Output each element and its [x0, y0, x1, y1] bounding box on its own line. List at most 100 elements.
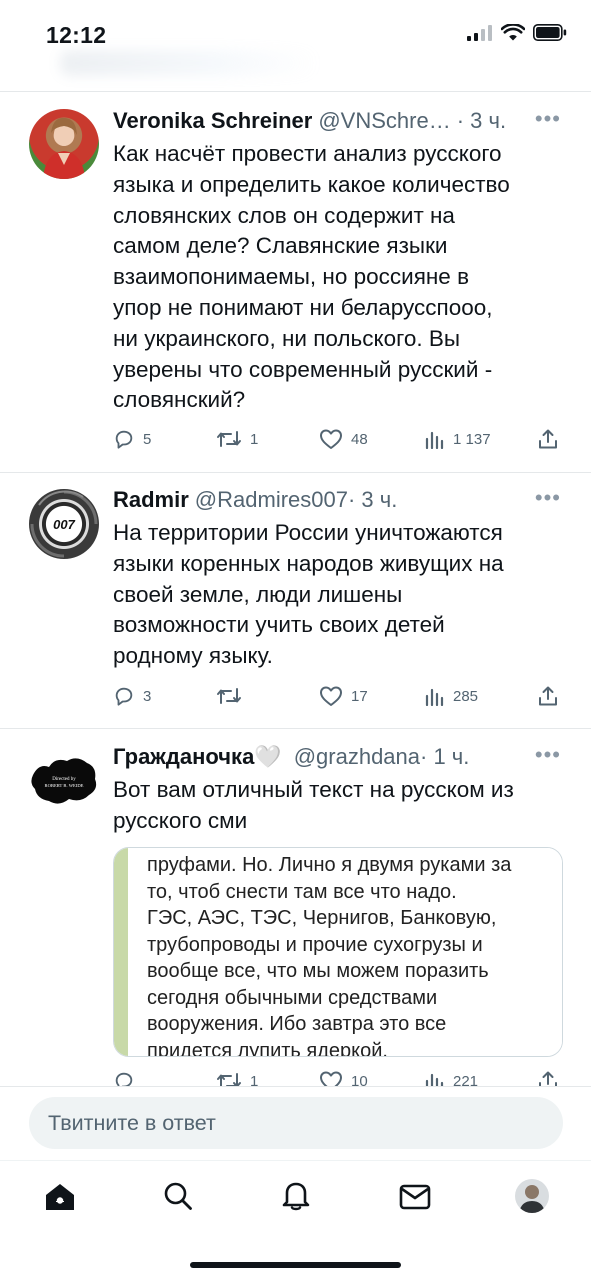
map-silhouette-icon: Directed by ROBERT B. WEIDE — [31, 758, 97, 804]
tweet-line: словянских слов он содержит на — [113, 202, 455, 228]
home-icon[interactable] — [44, 1182, 76, 1212]
like-count: 10 — [351, 1072, 368, 1087]
tweet-time[interactable]: · 3 ч. — [348, 487, 397, 513]
avatar-photo-icon — [43, 117, 85, 179]
tweet-text: На территории России уничтожаются языки … — [113, 518, 563, 672]
tweet-veronika[interactable]: Veronika Schreiner @VNSchre… · 3 ч. ••• … — [0, 91, 591, 472]
divider — [0, 1086, 591, 1087]
share-button[interactable] — [537, 1070, 559, 1086]
views-icon — [425, 1073, 444, 1086]
author-handle[interactable]: @VNSchre… — [318, 108, 450, 134]
views-button[interactable]: 221 — [425, 1071, 537, 1086]
reply-icon — [115, 430, 133, 449]
more-options-icon[interactable]: ••• — [535, 106, 561, 132]
author-handle[interactable]: @grazhdana — [294, 744, 420, 770]
gun-barrel-icon: 007 — [30, 490, 98, 558]
tweet-line: русского сми — [113, 807, 248, 833]
tweet-line: уверены что современный русский - — [113, 356, 493, 382]
author-name[interactable]: Radmir — [113, 487, 189, 513]
share-button[interactable] — [537, 428, 559, 450]
like-button[interactable]: 17 — [319, 685, 425, 707]
image-text: пруфами. Но. Лично я двумя руками за то,… — [147, 852, 557, 1057]
avatar-logo-text: 007 — [53, 517, 75, 532]
retweet-count: 1 — [250, 430, 259, 448]
retweet-button[interactable]: 1 — [216, 428, 319, 450]
image-edge-strip — [114, 848, 128, 1056]
bell-icon[interactable] — [281, 1179, 311, 1211]
signal-icon — [467, 24, 492, 41]
image-text-line: трубопроводы и прочие сухогрузы и — [147, 933, 483, 956]
tweet-line: На территории России уничтожаются — [113, 520, 503, 545]
tweet-radmir[interactable]: 007 Radmir @Radmires007 · 3 ч. ••• На те… — [0, 473, 591, 728]
tweet-line: возможности учить своих детей — [113, 612, 445, 638]
reply-button[interactable]: 5 — [113, 428, 216, 450]
share-icon — [539, 429, 557, 449]
retweet-icon — [217, 431, 241, 447]
retweet-count: 1 — [250, 1072, 259, 1087]
retweet-icon — [217, 1073, 241, 1086]
battery-icon — [533, 24, 567, 41]
author-handle[interactable]: @Radmires007 — [195, 487, 348, 513]
share-icon — [539, 686, 557, 706]
tweet-line: упор не понимают ни беларусспооо, — [113, 294, 493, 320]
reply-count: 3 — [143, 687, 152, 705]
retweet-button[interactable] — [216, 685, 319, 707]
views-icon — [425, 688, 444, 706]
tweet-time[interactable]: · 1 ч. — [420, 744, 469, 770]
heart-icon — [320, 1071, 342, 1086]
tweet-actions: 1 10 221 — [113, 1070, 563, 1086]
like-button[interactable]: 10 — [319, 1070, 425, 1086]
image-text-line: то, чтоб снести там все что надо. — [147, 880, 457, 903]
avatar-caption-2: ROBERT B. WEIDE — [45, 783, 84, 788]
reply-button[interactable]: 3 — [113, 685, 216, 707]
more-options-icon[interactable]: ••• — [535, 485, 561, 511]
more-options-icon[interactable]: ••• — [535, 742, 561, 768]
image-text-line: ГЭС, АЭС, ТЭС, Чернигов, Банковую, — [147, 907, 497, 929]
tweet-line: самом деле? Славянские языки — [113, 233, 448, 259]
tweet-header: Veronika Schreiner @VNSchre… · 3 ч. — [113, 108, 506, 134]
avatar-caption-1: Directed by — [52, 777, 76, 782]
profile-avatar[interactable] — [515, 1179, 549, 1213]
tweet-header: Гражданочка🤍 @grazhdana · 1 ч. — [113, 744, 469, 770]
tweet-line: Как насчёт провести анализ русского — [113, 141, 502, 166]
avatar[interactable]: Directed by ROBERT B. WEIDE — [29, 745, 99, 815]
reply-button[interactable] — [113, 1070, 216, 1086]
views-icon — [425, 431, 444, 449]
tweet-line: взаимопонимаемы, но россияне в — [113, 264, 470, 290]
tweet-text: Как насчёт провести анализ русского язык… — [113, 139, 563, 416]
views-count: 1 137 — [453, 430, 491, 448]
author-name[interactable]: Гражданочка🤍 — [113, 744, 282, 770]
heart-icon — [320, 686, 342, 706]
like-count: 48 — [351, 430, 368, 448]
reply-placeholder[interactable]: Твитните в ответ — [48, 1111, 216, 1136]
tweet-line: языки коренных народов живущих на — [113, 550, 504, 576]
share-button[interactable] — [537, 685, 559, 707]
views-count: 285 — [453, 687, 479, 705]
attached-image[interactable]: пруфами. Но. Лично я двумя руками за то,… — [113, 847, 563, 1057]
wifi-icon — [501, 24, 525, 41]
image-text-line: сегодня обычными средствами — [147, 986, 438, 1009]
author-name[interactable]: Veronika Schreiner — [113, 108, 312, 134]
avatar[interactable]: 007 — [29, 489, 99, 559]
image-text-line: вообще все, что мы можем поразить — [147, 960, 489, 982]
profile-photo-icon — [519, 1185, 545, 1213]
views-button[interactable]: 1 137 — [425, 429, 537, 449]
status-icons — [467, 24, 567, 41]
share-icon — [539, 1071, 557, 1086]
views-button[interactable]: 285 — [425, 686, 537, 706]
like-button[interactable]: 48 — [319, 428, 425, 450]
reply-icon — [115, 1072, 133, 1086]
search-icon[interactable] — [163, 1181, 193, 1211]
status-time: 12:12 — [46, 22, 107, 48]
avatar[interactable] — [29, 109, 99, 179]
image-text-line: придется лупить ядеркой. — [147, 1039, 388, 1057]
image-text-line: пруфами. Но. Лично я двумя руками за — [147, 854, 512, 876]
retweet-icon — [217, 688, 241, 704]
retweet-button[interactable]: 1 — [216, 1070, 319, 1086]
mail-icon[interactable] — [399, 1184, 431, 1210]
scrolled-header-remnant — [60, 50, 320, 76]
tweet-line: словянский? — [113, 387, 246, 413]
tweet-line: своей земле, люди лишены — [113, 581, 403, 607]
tweet-time[interactable]: · 3 ч. — [457, 108, 506, 134]
views-count: 221 — [453, 1072, 479, 1087]
